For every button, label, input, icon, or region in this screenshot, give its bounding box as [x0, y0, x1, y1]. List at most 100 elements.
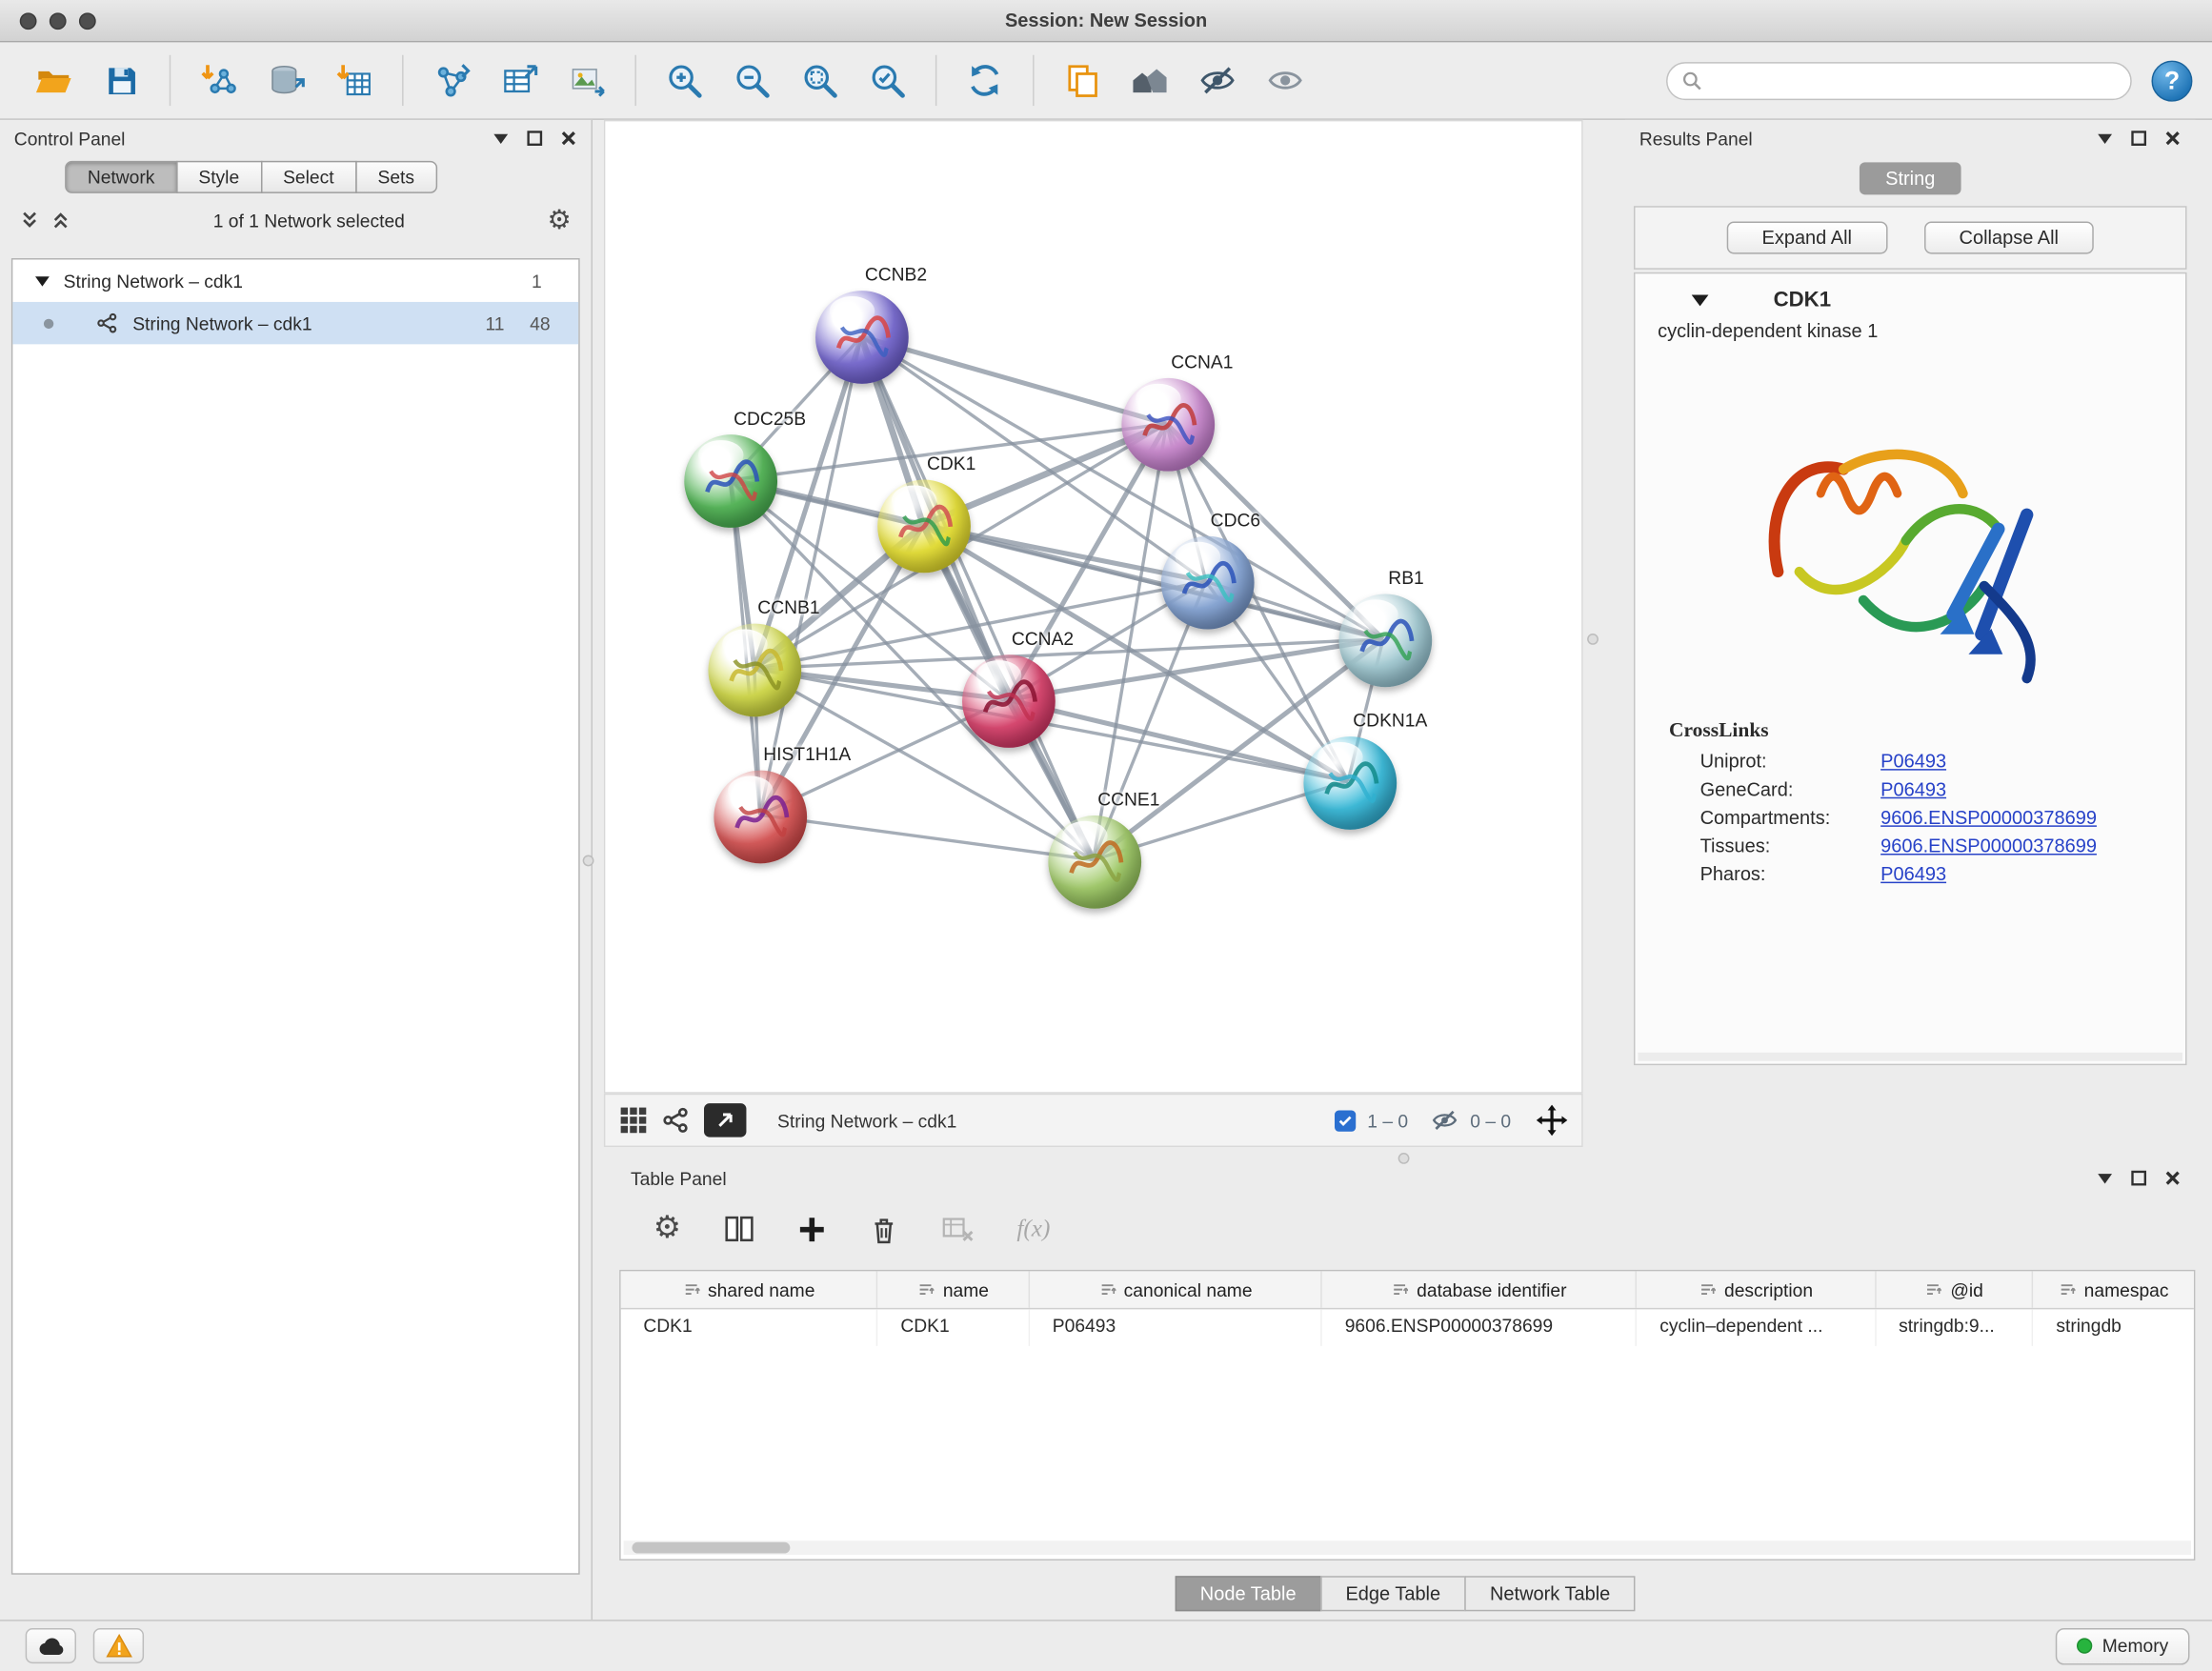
open-session-button[interactable] [26, 52, 82, 109]
home-layouts-button[interactable] [1121, 52, 1177, 109]
collapse-all-button[interactable]: Collapse All [1924, 222, 2095, 254]
network-canvas[interactable]: CCNB2CCNA1CDC25BCDK1CDC6RB1CCNB1CCNA2CDK… [604, 120, 1583, 1094]
network-collection-row[interactable]: String Network – cdk1 1 [12, 260, 578, 302]
zoom-fit-button[interactable] [792, 52, 848, 109]
pan-move-icon[interactable] [1537, 1105, 1568, 1137]
edge-CCNB2-CCNA1[interactable] [861, 336, 1166, 424]
tab-sets[interactable]: Sets [355, 161, 437, 193]
edge-CCNB2-CCNE1[interactable] [861, 336, 1094, 859]
vertical-splitter-handle[interactable] [1587, 634, 1599, 645]
node-CCNE1[interactable] [1048, 815, 1141, 909]
results-panel: Results Panel String Expand All Collapse… [1625, 120, 2195, 1108]
tab-string[interactable]: String [1860, 162, 1961, 194]
warnings-button[interactable] [93, 1628, 144, 1663]
import-network-file-button[interactable] [191, 52, 247, 109]
collection-expand-icon[interactable] [35, 273, 50, 288]
selected-nodes-checkbox[interactable] [1335, 1110, 1356, 1131]
panel-close-button[interactable] [2164, 130, 2182, 147]
help-button[interactable]: ? [2151, 60, 2192, 101]
column-header-name[interactable]: name [878, 1271, 1030, 1308]
column-header-description[interactable]: description [1638, 1271, 1877, 1308]
node-CCNA1[interactable] [1121, 378, 1215, 472]
expand-all-networks-icon[interactable] [50, 211, 70, 231]
delete-table-button-disabled[interactable] [940, 1214, 975, 1245]
network-view-mode-button[interactable] [662, 1106, 691, 1135]
panel-float-button[interactable] [2130, 130, 2147, 147]
zoom-out-button[interactable] [724, 52, 780, 109]
edge-HIST1H1A-CCNE1[interactable] [760, 815, 1094, 859]
column-header-namespace[interactable]: namespac [2034, 1271, 2194, 1308]
tab-style[interactable]: Style [176, 161, 262, 193]
node-CDK1[interactable] [877, 480, 971, 574]
tab-edge-table[interactable]: Edge Table [1320, 1576, 1466, 1611]
network-from-table-button[interactable] [491, 52, 547, 109]
node-CCNA2[interactable] [962, 654, 1056, 748]
panel-close-button[interactable] [2164, 1170, 2182, 1187]
crosslink-pharos-link[interactable]: P06493 [1880, 863, 1946, 884]
tab-node-table[interactable]: Node Table [1175, 1576, 1321, 1611]
tab-network[interactable]: Network [65, 161, 177, 193]
panel-collapse-button[interactable] [493, 130, 510, 147]
panel-collapse-button[interactable] [2097, 130, 2114, 147]
network-options-gear[interactable]: ⚙ [548, 207, 572, 233]
table-hscrollbar-thumb[interactable] [632, 1542, 790, 1554]
collapse-section-icon[interactable] [1692, 292, 1709, 307]
copy-document-button[interactable] [1054, 52, 1110, 109]
node-gloss [1062, 821, 1107, 851]
zoom-selected-button[interactable] [859, 52, 915, 109]
search-input[interactable] [1711, 69, 2116, 92]
function-builder-button[interactable]: f(x) [1016, 1215, 1050, 1243]
node-CDKN1A[interactable] [1303, 736, 1397, 830]
node-RB1[interactable] [1338, 594, 1432, 687]
create-column-button[interactable] [796, 1214, 826, 1243]
column-label: name [943, 1279, 989, 1300]
import-table-button[interactable] [326, 52, 382, 109]
show-columns-button[interactable] [723, 1214, 754, 1245]
tab-network-table[interactable]: Network Table [1464, 1576, 1636, 1611]
column-header-id[interactable]: @id [1876, 1271, 2033, 1308]
birdseye-view-button[interactable] [704, 1103, 746, 1137]
collapse-all-networks-icon[interactable] [20, 211, 40, 231]
crosslink-row: Compartments: 9606.ENSP00000378699 [1635, 800, 2185, 829]
cell-description: cyclin–dependent ... [1638, 1309, 1877, 1346]
hidden-eye-slash-icon[interactable] [1431, 1106, 1459, 1135]
panel-close-button[interactable] [560, 130, 577, 147]
node-HIST1H1A[interactable] [714, 771, 807, 864]
save-session-button[interactable] [93, 52, 150, 109]
column-header-shared-name[interactable]: shared name [621, 1271, 878, 1308]
hide-graphics-details-button[interactable] [1189, 52, 1245, 109]
panel-float-button[interactable] [526, 130, 543, 147]
delete-column-button[interactable] [869, 1214, 898, 1243]
tab-select[interactable]: Select [260, 161, 356, 193]
horizontal-splitter-handle[interactable] [1398, 1153, 1410, 1164]
memory-button[interactable]: Memory [2056, 1627, 2190, 1664]
expand-all-button[interactable]: Expand All [1726, 222, 1887, 254]
panel-collapse-button[interactable] [2097, 1170, 2114, 1187]
table-hscrollbar-track[interactable] [624, 1540, 2191, 1555]
control-panel-splitter-handle[interactable] [583, 855, 594, 866]
crosslink-genecard-link[interactable]: P06493 [1880, 779, 1946, 800]
column-header-canonical-name[interactable]: canonical name [1030, 1271, 1322, 1308]
show-graphics-details-button[interactable] [1257, 52, 1314, 109]
zoom-in-button[interactable] [656, 52, 713, 109]
node-CCNB2[interactable] [815, 291, 909, 384]
new-network-button[interactable] [423, 52, 479, 109]
refresh-view-button[interactable] [956, 52, 1013, 109]
node-CDC25B[interactable] [684, 434, 777, 528]
import-network-database-button[interactable] [258, 52, 314, 109]
crosslink-uniprot-link[interactable]: P06493 [1880, 751, 1946, 772]
panel-float-button[interactable] [2130, 1170, 2147, 1187]
grid-view-button[interactable] [619, 1106, 648, 1135]
node-CCNB1[interactable] [708, 624, 801, 717]
table-row[interactable]: CDK1 CDK1 P06493 9606.ENSP00000378699 cy… [621, 1309, 2194, 1346]
node-CDC6[interactable] [1161, 536, 1255, 630]
results-scrollbar-track[interactable] [1638, 1053, 2182, 1061]
table-options-gear[interactable]: ⚙ [654, 1214, 681, 1245]
cloud-services-button[interactable] [26, 1628, 76, 1663]
export-image-button[interactable] [558, 52, 614, 109]
column-header-database-identifier[interactable]: database identifier [1322, 1271, 1638, 1308]
crosslink-tissues-link[interactable]: 9606.ENSP00000378699 [1880, 836, 2097, 856]
network-row-selected[interactable]: String Network – cdk1 11 48 [12, 302, 578, 344]
crosslink-compartments-link[interactable]: 9606.ENSP00000378699 [1880, 807, 2097, 828]
node-gloss [722, 629, 767, 658]
